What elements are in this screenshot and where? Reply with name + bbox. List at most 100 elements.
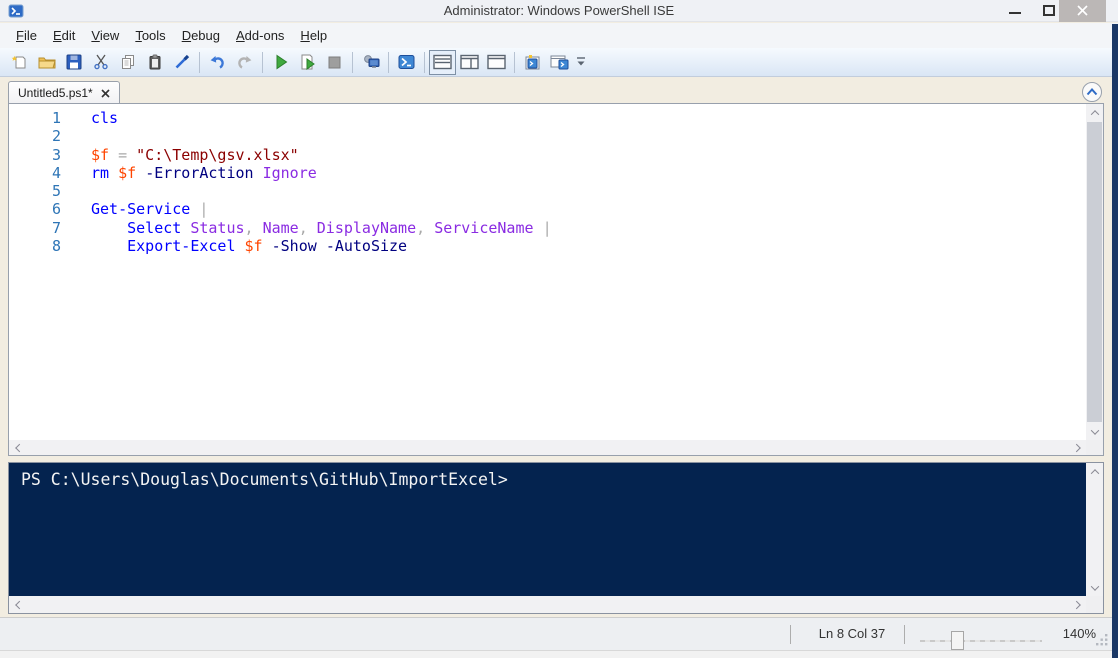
editor-vertical-scrollbar[interactable] (1086, 104, 1103, 440)
code-line[interactable]: cls (91, 109, 1083, 127)
chevron-up-icon (1086, 88, 1098, 96)
paste-button[interactable] (141, 50, 168, 75)
code-token (109, 146, 118, 164)
code-token: -ErrorAction (145, 164, 253, 182)
toolbar-overflow-button[interactable] (573, 50, 589, 75)
code-lines[interactable]: cls $f = "C:\Temp\gsv.xlsx"rm $f -ErrorAc… (91, 109, 1083, 255)
line-number: 2 (9, 127, 61, 145)
new-script-button[interactable] (6, 50, 33, 75)
run-icon (273, 54, 289, 70)
code-token: DisplayName (317, 219, 416, 237)
clipboard-icon (147, 54, 163, 70)
cut-button[interactable] (87, 50, 114, 75)
code-line[interactable]: $f = "C:\Temp\gsv.xlsx" (91, 146, 1083, 164)
console-vertical-scrollbar[interactable] (1086, 463, 1103, 596)
window-title: Administrator: Windows PowerShell ISE (0, 0, 1118, 22)
toolbar-separator (352, 52, 353, 73)
code-token: ServiceName (434, 219, 533, 237)
code-token: Name (263, 219, 299, 237)
zoom-slider-track[interactable] (920, 640, 1042, 642)
code-token (263, 237, 272, 255)
menu-item-view[interactable]: View (83, 25, 127, 46)
code-line[interactable] (91, 182, 1083, 200)
code-token (254, 164, 263, 182)
start-powershell-button[interactable] (393, 50, 420, 75)
menu-item-add-ons[interactable]: Add-ons (228, 25, 292, 46)
line-number: 8 (9, 237, 61, 255)
line-numbers: 12345678 (9, 109, 61, 255)
title-bar[interactable]: Administrator: Windows PowerShell ISE (0, 0, 1118, 22)
zoom-slider-thumb[interactable] (951, 631, 964, 650)
scroll-down-icon[interactable] (1086, 579, 1103, 596)
overflow-icon (576, 56, 586, 68)
code-token (109, 164, 118, 182)
clear-console-button[interactable] (168, 50, 195, 75)
collapse-script-pane-button[interactable] (1082, 82, 1102, 102)
menu-item-debug[interactable]: Debug (174, 25, 228, 46)
editor-horizontal-scrollbar[interactable] (9, 440, 1086, 455)
code-token: rm (91, 164, 109, 182)
code-token: Get-Service (91, 200, 190, 218)
undo-button[interactable] (204, 50, 231, 75)
scrollbar-corner (1086, 596, 1103, 613)
code-token (308, 219, 317, 237)
code-line[interactable]: Get-Service | (91, 200, 1083, 218)
code-line[interactable]: Select Status, Name, DisplayName, Servic… (91, 219, 1083, 237)
run-selection-button[interactable] (294, 50, 321, 75)
powershell-icon (398, 54, 415, 70)
scroll-left-icon[interactable] (9, 596, 26, 613)
scroll-right-icon[interactable] (1069, 440, 1086, 455)
line-number: 3 (9, 146, 61, 164)
line-number: 6 (9, 200, 61, 218)
scroll-left-icon[interactable] (9, 440, 26, 455)
redo-button[interactable] (231, 50, 258, 75)
scroll-up-icon[interactable] (1086, 463, 1103, 480)
open-script-button[interactable] (33, 50, 60, 75)
console-pane[interactable]: PS C:\Users\Douglas\Documents\GitHub\Imp… (8, 462, 1104, 614)
code-token: Select (127, 219, 181, 237)
show-script-pane-right-button[interactable] (456, 50, 483, 75)
menu-item-tools[interactable]: Tools (127, 25, 173, 46)
scroll-right-icon[interactable] (1069, 596, 1086, 613)
code-line[interactable]: rm $f -ErrorAction Ignore (91, 164, 1083, 182)
code-line[interactable] (91, 127, 1083, 145)
show-script-pane-maximized-button[interactable] (483, 50, 510, 75)
menu-item-edit[interactable]: Edit (45, 25, 83, 46)
new-powershell-tab-button[interactable] (519, 50, 546, 75)
scrollbar-thumb[interactable] (1087, 122, 1102, 422)
scrollbar-corner (1086, 440, 1103, 455)
new-remote-powershell-tab-button[interactable] (357, 50, 384, 75)
script-tab-label: Untitled5.ps1* (18, 86, 93, 100)
status-separator (904, 625, 905, 644)
script-editor-pane[interactable]: 12345678 cls $f = "C:\Temp\gsv.xlsx"rm $f… (8, 103, 1104, 456)
undo-icon (209, 54, 226, 70)
console-prompt[interactable]: PS C:\Users\Douglas\Documents\GitHub\Imp… (9, 463, 1086, 596)
tab-close-button[interactable] (101, 89, 110, 98)
show-script-pane-top-button[interactable] (429, 50, 456, 75)
copy-button[interactable] (114, 50, 141, 75)
scissors-icon (93, 54, 109, 70)
run-script-button[interactable] (267, 50, 294, 75)
redo-icon (236, 54, 253, 70)
console-horizontal-scrollbar[interactable] (9, 596, 1086, 613)
minimize-button[interactable] (1002, 0, 1028, 22)
script-tab[interactable]: Untitled5.ps1* (8, 81, 120, 104)
scroll-up-icon[interactable] (1086, 104, 1103, 121)
code-token: | (543, 219, 552, 237)
resize-grip[interactable] (1095, 633, 1108, 646)
code-line[interactable]: Export-Excel $f -Show -AutoSize (91, 237, 1083, 255)
menu-bar: FileEditViewToolsDebugAdd-onsHelp (0, 23, 1118, 48)
close-powershell-tab-icon (550, 54, 569, 70)
toolbar (0, 48, 1118, 77)
status-bar: Ln 8 Col 37 140% (0, 617, 1118, 650)
stop-operation-button[interactable] (321, 50, 348, 75)
close-powershell-tab-button[interactable] (546, 50, 573, 75)
close-button[interactable] (1059, 0, 1106, 22)
scroll-down-icon[interactable] (1086, 423, 1103, 440)
status-separator (790, 625, 791, 644)
save-button[interactable] (60, 50, 87, 75)
menu-item-file[interactable]: File (8, 25, 45, 46)
code-token: "C:\Temp\gsv.xlsx" (136, 146, 299, 164)
menu-item-help[interactable]: Help (292, 25, 335, 46)
toolbar-separator (199, 52, 200, 73)
